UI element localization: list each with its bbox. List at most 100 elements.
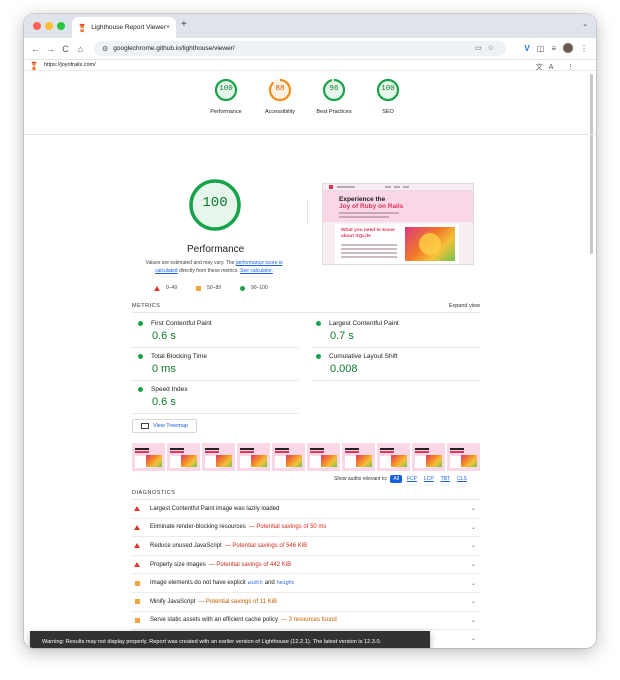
expand-chevron-icon[interactable]: ⌄ (471, 598, 476, 605)
home-button[interactable]: ⌂ (73, 44, 88, 54)
gauge-label: Accessibility (265, 109, 295, 115)
diagnostic-audit-row[interactable]: Properly size images — Potential savings … (132, 556, 480, 575)
bookmark-star-icon[interactable]: ☆ (488, 45, 500, 52)
gauge-score: 96 (329, 85, 339, 93)
see-calculator-link[interactable]: See calculator. (240, 268, 273, 274)
legend-fail: 0–49 (154, 285, 177, 291)
gauge-best-practices[interactable]: 96 Best Practices (314, 77, 354, 115)
metric-name: Largest Contentful Paint (329, 320, 399, 327)
audits-filter-chips: All FCP LCP TBT CLS (390, 475, 468, 483)
browser-menu-icon[interactable]: ⋮ (580, 44, 588, 53)
metric-cumulative-layout-shift: Cumulative Layout Shift 0.008 (316, 353, 481, 375)
filmstrip-frame (202, 443, 235, 471)
diagnostic-audit-row[interactable]: Reduce unused JavaScript — Potential savi… (132, 537, 480, 556)
final-screenshot-thumbnail[interactable]: Experience the Joy of Ruby on Rails What… (322, 183, 474, 265)
gauge-score: 100 (381, 85, 395, 93)
metrics-header: METRICS Expand view (132, 303, 480, 309)
screenshot-card-title-2: about SQLite (341, 234, 371, 239)
diagnostic-audit-row[interactable]: Image elements do not have explicit width… (132, 574, 480, 593)
metric-divider (132, 380, 298, 381)
vuetify-extension-icon[interactable]: V (524, 44, 529, 53)
audit-savings: — Potential savings of 442 KiB (208, 561, 292, 568)
expand-chevron-icon[interactable]: ⌄ (471, 542, 476, 549)
filter-chip-tbt[interactable]: TBT (439, 475, 452, 483)
pass-circle-icon (138, 354, 143, 359)
audit-title: Serve static assets with an efficient ca… (150, 617, 278, 624)
reload-button[interactable]: C (58, 44, 73, 54)
expand-chevron-icon[interactable]: ⌄ (471, 561, 476, 568)
fail-triangle-icon (134, 562, 140, 568)
audit-title: Minify JavaScript (150, 598, 196, 605)
tab-close-icon[interactable]: × (166, 24, 170, 31)
profile-avatar[interactable] (563, 43, 573, 53)
legend-pass-range: 90–100 (251, 285, 268, 291)
address-bar[interactable]: ⚙ googlechrome.github.io/lighthouse/view… (94, 41, 506, 56)
extensions-puzzle-icon[interactable]: ◫ (537, 44, 545, 53)
screenshot-heading-2: Joy of Ruby on Rails (339, 203, 404, 210)
diagnostic-audit-row[interactable]: Serve static assets with an efficient ca… (132, 612, 480, 631)
expand-chevron-icon[interactable]: ⌄ (471, 505, 476, 512)
metric-value: 0.6 s (152, 396, 176, 408)
filmstrip-frame (272, 443, 305, 471)
view-treemap-button[interactable]: View Treemap (132, 419, 197, 433)
maximize-window-button[interactable] (57, 22, 65, 30)
filter-chip-fcp[interactable]: FCP (405, 475, 419, 483)
performance-title: Performance (187, 244, 245, 255)
metric-first-contentful-paint: First Contentful Paint 0.6 s (138, 320, 303, 342)
legend-pass: 90–100 (240, 285, 268, 291)
gauge-accessibility[interactable]: 88 Accessibility (260, 77, 300, 115)
metrics-divider (132, 312, 480, 313)
site-info-icon[interactable]: ⚙ (102, 45, 108, 53)
filmstrip-frame (447, 443, 480, 471)
filmstrip-frame (412, 443, 445, 471)
version-warning-text: Warning: Results may not display properl… (42, 639, 382, 645)
cast-icon[interactable]: ▭ (475, 45, 488, 52)
filmstrip-frame (167, 443, 200, 471)
metric-divider (311, 347, 480, 348)
filter-chip-lcp[interactable]: LCP (422, 475, 436, 483)
audit-title: Properly size images (150, 561, 206, 568)
new-tab-button[interactable]: + (181, 19, 187, 30)
diagnostic-audit-row[interactable]: Eliminate render-blocking resources — Pot… (132, 519, 480, 538)
tab-lighthouse-viewer[interactable]: Lighthouse Report Viewer × (72, 17, 176, 38)
filter-chip-all[interactable]: All (390, 475, 402, 483)
back-button[interactable]: ← (28, 44, 43, 54)
filmstrip-frame (342, 443, 375, 471)
metric-name: Total Blocking Time (151, 353, 207, 360)
diagnostic-audit-row[interactable]: Minify JavaScript — Potential savings of … (132, 593, 480, 612)
address-url[interactable]: googlechrome.github.io/lighthouse/viewer… (113, 45, 234, 52)
gauge-seo[interactable]: 100 SEO (368, 77, 408, 115)
tab-search-chevron-icon[interactable]: ⌄ (582, 20, 588, 28)
filmstrip-frame (377, 443, 410, 471)
metric-name: Speed Index (151, 386, 188, 393)
browser-toolbar: ← → C ⌂ ⚙ googlechrome.github.io/lightho… (24, 38, 596, 59)
metric-value: 0.7 s (330, 330, 354, 342)
expand-chevron-icon[interactable]: ⌄ (471, 580, 476, 587)
screenshot-card: What you need to know about SQLite (335, 224, 459, 264)
gauge-performance[interactable]: 100 Performance (206, 77, 246, 115)
filmstrip-frame (237, 443, 270, 471)
average-square-icon (196, 285, 202, 291)
report-menu-icon[interactable]: ⋮ (567, 64, 580, 71)
minimize-window-button[interactable] (45, 22, 53, 30)
close-window-button[interactable] (33, 22, 41, 30)
expand-chevron-icon[interactable]: ⌄ (471, 524, 476, 531)
version-warning-toast: Warning: Results may not display properl… (30, 631, 430, 648)
metric-divider (132, 413, 298, 414)
forward-button[interactable]: → (43, 44, 58, 54)
fail-triangle-icon (134, 506, 140, 512)
reading-list-icon[interactable]: ≡ (551, 44, 556, 53)
legend-average: 50–89 (196, 285, 221, 291)
gauge-label: Best Practices (316, 109, 352, 115)
filter-chip-cls[interactable]: CLS (455, 475, 469, 483)
expand-view-toggle[interactable]: Expand view (449, 303, 480, 309)
diagnostic-audit-row[interactable]: Largest Contentful Paint image was lazil… (132, 500, 480, 519)
diagnostics-title: DIAGNOSTICS (132, 490, 176, 496)
metric-name: First Contentful Paint (151, 320, 212, 327)
metric-value: 0.6 s (152, 330, 176, 342)
expand-chevron-icon[interactable]: ⌄ (471, 617, 476, 624)
expand-chevron-icon[interactable]: ⌄ (471, 635, 476, 642)
report-url[interactable]: https://joyofrails.com/ (44, 62, 96, 68)
translate-icon[interactable]: 文A (536, 64, 559, 71)
report-content: 100 Performance 88 Accessibility 96 Best Prac… (24, 71, 596, 648)
